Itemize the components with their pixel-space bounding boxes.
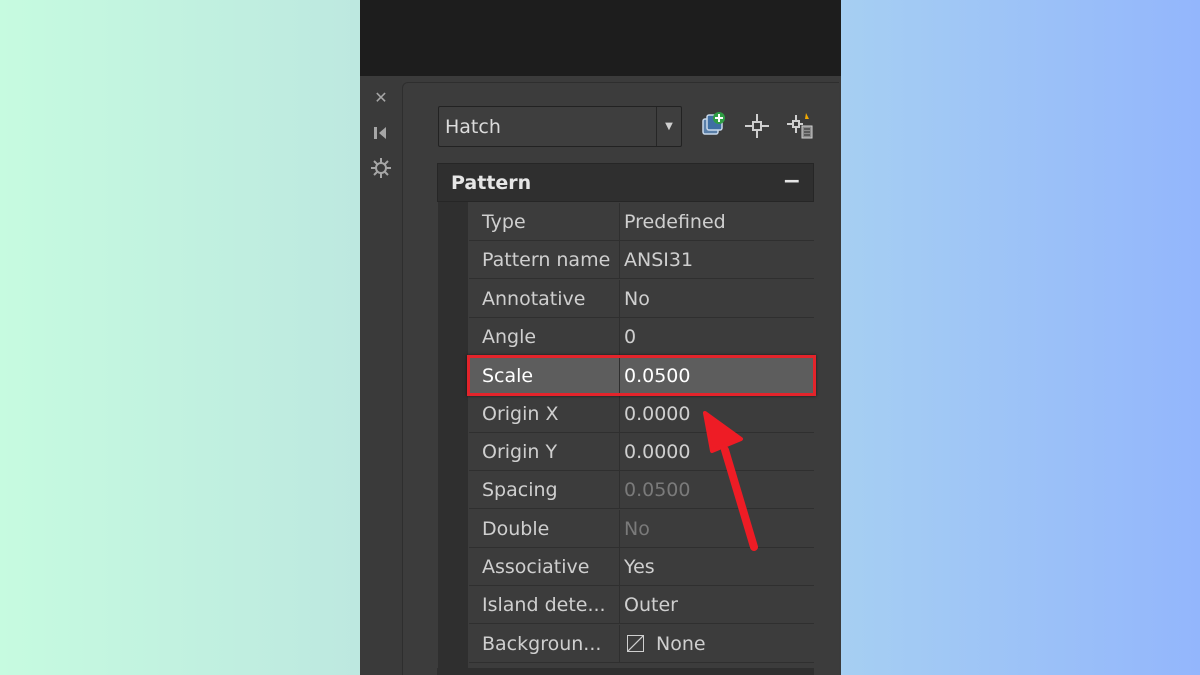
- property-value[interactable]: 0.0000: [624, 395, 690, 433]
- property-value[interactable]: Predefined: [624, 203, 726, 241]
- property-value[interactable]: Outer: [624, 586, 678, 624]
- property-value[interactable]: Yes: [624, 548, 655, 586]
- property-value: No: [624, 518, 650, 540]
- property-row-double: Double No: [469, 510, 814, 548]
- property-row-island-detection[interactable]: Island dete... Outer: [469, 586, 814, 624]
- property-row-origin-y[interactable]: Origin Y 0.0000: [469, 433, 814, 471]
- property-row-angle[interactable]: Angle 0: [469, 318, 814, 356]
- property-name: Spacing: [482, 479, 558, 501]
- property-row-scale[interactable]: Scale 0.0500: [469, 357, 814, 395]
- property-name: Pattern name: [482, 249, 611, 271]
- quick-select-icon[interactable]: [698, 110, 730, 142]
- property-value[interactable]: None: [656, 625, 706, 663]
- property-row-annotative[interactable]: Annotative No: [469, 280, 814, 318]
- object-type-value: Hatch: [445, 116, 501, 138]
- no-fill-swatch-icon: [627, 635, 644, 652]
- next-section-header[interactable]: [437, 668, 814, 675]
- property-name: Type: [482, 211, 526, 233]
- property-value[interactable]: 0: [624, 318, 636, 356]
- chevron-down-icon[interactable]: ▼: [656, 107, 681, 146]
- pattern-section-header[interactable]: Pattern −: [437, 163, 814, 202]
- properties-window: ✕ Hatch ▼ Pattern − Type Predefined Patt…: [360, 0, 841, 675]
- property-name: Island dete...: [482, 594, 606, 616]
- property-name: Scale: [482, 365, 534, 387]
- select-objects-icon[interactable]: [741, 110, 773, 142]
- scale-value-field[interactable]: 0.0500: [624, 357, 690, 395]
- section-title: Pattern: [451, 172, 532, 194]
- properties-settings-icon[interactable]: [368, 155, 394, 181]
- toggle-pickadd-icon[interactable]: [784, 110, 816, 142]
- property-name: Backgroun...: [482, 633, 602, 655]
- property-value[interactable]: No: [624, 280, 650, 318]
- property-row-type[interactable]: Type Predefined: [469, 203, 814, 241]
- auto-hide-icon[interactable]: [368, 120, 394, 146]
- property-name: Origin X: [482, 403, 559, 425]
- object-type-dropdown[interactable]: Hatch ▼: [438, 106, 682, 147]
- palette-side-strip: ✕: [360, 80, 402, 675]
- property-name: Double: [482, 518, 550, 540]
- property-value: 0.0500: [624, 479, 691, 501]
- property-name: Origin Y: [482, 441, 558, 463]
- property-row-origin-x[interactable]: Origin X 0.0000: [469, 395, 814, 433]
- property-name: Annotative: [482, 288, 586, 310]
- collapse-icon[interactable]: −: [783, 164, 801, 200]
- property-value[interactable]: ANSI31: [624, 241, 693, 279]
- property-row-associative[interactable]: Associative Yes: [469, 548, 814, 586]
- property-name: Associative: [482, 556, 590, 578]
- property-row-pattern-name[interactable]: Pattern name ANSI31: [469, 241, 814, 279]
- property-value[interactable]: 0.0000: [624, 433, 690, 471]
- property-name: Angle: [482, 326, 537, 348]
- property-row-spacing: Spacing 0.0500: [469, 471, 814, 509]
- close-icon[interactable]: ✕: [368, 85, 394, 111]
- property-row-background-color[interactable]: Backgroun... None: [469, 625, 814, 663]
- row-gutter: [438, 202, 468, 675]
- title-bar: [360, 0, 841, 76]
